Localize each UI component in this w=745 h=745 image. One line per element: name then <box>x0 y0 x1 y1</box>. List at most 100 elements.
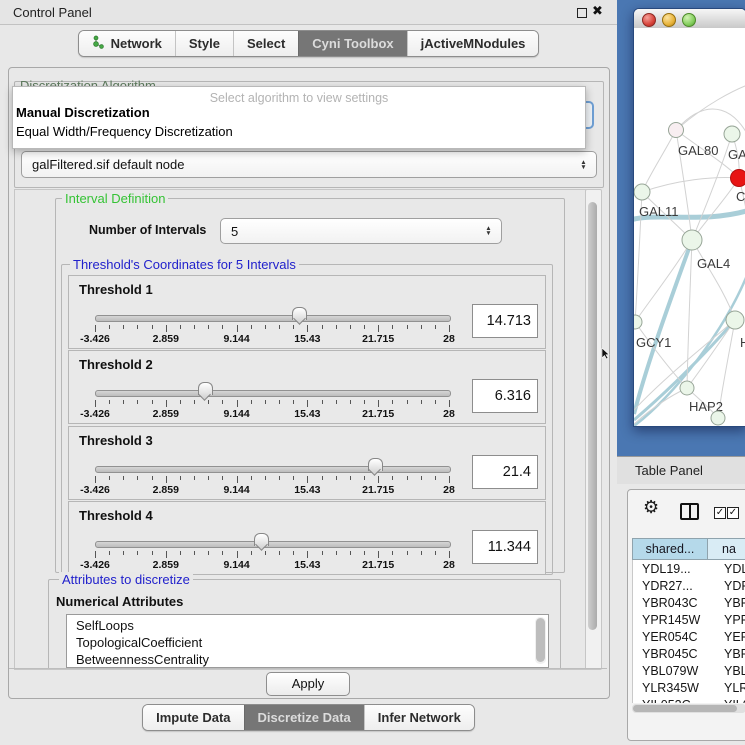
threshold-row: Threshold 3 -3.4262.8599.14415.4321.71528 <box>68 426 546 500</box>
network-edge <box>692 178 739 240</box>
number-of-intervals-label: Number of Intervals <box>89 223 206 237</box>
popup-hint: Select algorithm to view settings <box>13 91 585 105</box>
threshold-slider-handle[interactable] <box>254 533 269 546</box>
slider-tick-labels: -3.4262.8599.14415.4321.71528 <box>95 484 449 496</box>
slider-ticks <box>95 400 449 408</box>
network-view-window: GAL80GACGAL11GAL4GCY1HHAP2 <box>633 8 745 427</box>
network-node[interactable] <box>724 126 740 142</box>
gear-icon[interactable]: ⚙ <box>643 497 659 518</box>
listbox-scrollbar[interactable] <box>535 617 546 664</box>
table-row[interactable]: YBL079WYBL0 <box>633 662 745 679</box>
cell-name: YLR3 <box>717 681 745 695</box>
slider-ticks <box>95 551 449 559</box>
tab-infer-network[interactable]: Infer Network <box>364 705 474 730</box>
scrollbar-thumb[interactable] <box>536 618 545 662</box>
threshold-slider-track[interactable] <box>95 315 451 322</box>
float-window-icon[interactable] <box>577 8 587 18</box>
popup-option-manual-discretization[interactable]: Manual Discretization <box>16 105 150 120</box>
threshold-slider-track[interactable] <box>95 390 451 397</box>
popup-option-equal-width[interactable]: Equal Width/Frequency Discretization <box>16 124 233 139</box>
number-of-intervals-combobox[interactable]: 5 ▲▼ <box>220 218 502 244</box>
table-row[interactable]: YIL052CYIL0 <box>633 696 745 703</box>
network-edge <box>692 240 735 320</box>
table-row[interactable]: YER054CYER0 <box>633 628 745 645</box>
table-panel-titlebar: Table Panel <box>617 456 745 486</box>
tab-impute-data[interactable]: Impute Data <box>143 705 243 730</box>
network-window-titlebar[interactable] <box>634 9 745 29</box>
cell-name: YDR2 <box>717 579 745 593</box>
tab-style[interactable]: Style <box>175 31 233 56</box>
table-row[interactable]: YPR145WYPR1 <box>633 611 745 628</box>
apply-button[interactable]: Apply <box>266 672 350 696</box>
checkbox-icon[interactable]: ✓ <box>714 507 726 519</box>
close-traffic-light-icon[interactable] <box>642 13 656 27</box>
attribute-list-item[interactable]: TopologicalCoefficient <box>67 634 548 651</box>
apply-row: Apply <box>9 668 607 698</box>
network-node[interactable] <box>680 381 694 395</box>
cell-shared-name: YDR27... <box>633 579 717 593</box>
table-row[interactable]: YBR045CYBR0 <box>633 645 745 662</box>
table-row[interactable]: YBR043CYBR0 <box>633 594 745 611</box>
table-row[interactable]: YDL19...YDL1 <box>633 560 745 577</box>
split-view-icon[interactable] <box>680 503 699 520</box>
network-node[interactable] <box>726 311 744 329</box>
checkbox-icon[interactable]: ✓ <box>727 507 739 519</box>
node-label: H <box>740 335 745 350</box>
tab-cyni-toolbox[interactable]: Cyni Toolbox <box>298 31 406 56</box>
column-header-shared-name[interactable]: shared... <box>633 539 708 559</box>
threshold-slider-handle[interactable] <box>368 458 383 471</box>
table-data-combobox[interactable]: galFiltered.sif default node ▲▼ <box>21 151 597 178</box>
threshold-slider-handle[interactable] <box>292 307 307 320</box>
scrollbar-thumb[interactable] <box>633 705 737 712</box>
close-icon[interactable]: ✖ <box>592 3 603 19</box>
table-panel-body: ⚙ ✓ ✓ shared... na YDL19...YDL1YDR27...Y… <box>617 484 745 745</box>
algorithm-dropdown-popup: Select algorithm to view settings Manual… <box>12 86 586 149</box>
zoom-traffic-light-icon[interactable] <box>682 13 696 27</box>
cyni-toolbox-panel: Discretization Algorithm Table Data galF… <box>8 67 610 699</box>
tab-select[interactable]: Select <box>233 31 298 56</box>
node-label: GA <box>728 147 745 162</box>
attribute-list-item[interactable]: SelfLoops <box>67 615 548 634</box>
network-canvas[interactable]: GAL80GACGAL11GAL4GCY1HHAP2 <box>634 28 745 426</box>
threshold-label: Threshold 3 <box>79 433 153 448</box>
threshold-slider-track[interactable] <box>95 466 451 473</box>
network-node[interactable] <box>711 411 725 425</box>
threshold-slider-handle[interactable] <box>198 382 213 395</box>
table-row[interactable]: YDR27...YDR2 <box>633 577 745 594</box>
network-node[interactable] <box>669 123 684 138</box>
threshold-value-field[interactable] <box>472 530 538 564</box>
threshold-label: Threshold 4 <box>79 508 153 523</box>
tab-jactivemnodules[interactable]: jActiveMNodules <box>407 31 539 56</box>
table-panel-inner: ⚙ ✓ ✓ shared... na YDL19...YDL1YDR27...Y… <box>627 489 745 741</box>
column-header-name[interactable]: na <box>708 539 745 559</box>
tab-network[interactable]: Network <box>79 31 175 56</box>
settings-vertical-scrollbar[interactable] <box>585 189 602 670</box>
threshold-value-field[interactable] <box>472 455 538 489</box>
threshold-slider-track[interactable] <box>95 541 451 548</box>
network-node[interactable] <box>634 184 650 200</box>
threshold-label: Threshold 2 <box>79 357 153 372</box>
tab-label: Select <box>247 36 285 51</box>
table-row[interactable]: YLR345WYLR3 <box>633 679 745 696</box>
tab-discretize-data[interactable]: Discretize Data <box>244 705 364 730</box>
network-edge <box>635 240 692 322</box>
cell-name: YBR0 <box>717 647 745 661</box>
cell-shared-name: YBR045C <box>633 647 717 661</box>
numerical-attributes-title: Numerical Attributes <box>56 594 183 609</box>
settings-scroll-area: Interval Definition Number of Intervals … <box>14 189 587 670</box>
threshold-value-field[interactable] <box>472 304 538 338</box>
node-label: GCY1 <box>636 335 671 350</box>
network-node[interactable] <box>731 170 745 187</box>
minimize-traffic-light-icon[interactable] <box>662 13 676 27</box>
table-horizontal-scrollbar[interactable] <box>632 704 745 713</box>
attribute-list-item[interactable]: BetweennessCentrality <box>67 651 548 668</box>
cell-shared-name: YPR145W <box>633 613 717 627</box>
network-node[interactable] <box>682 230 702 250</box>
numerical-attributes-listbox[interactable]: SelfLoopsTopologicalCoefficientBetweenne… <box>66 614 549 668</box>
combo-spinner-icon: ▲▼ <box>578 160 589 170</box>
slider-tick-labels: -3.4262.8599.14415.4321.71528 <box>95 408 449 420</box>
threshold-value-field[interactable] <box>472 379 538 413</box>
network-edge <box>642 130 676 192</box>
network-node[interactable] <box>634 315 642 329</box>
scrollbar-thumb[interactable] <box>588 202 597 630</box>
